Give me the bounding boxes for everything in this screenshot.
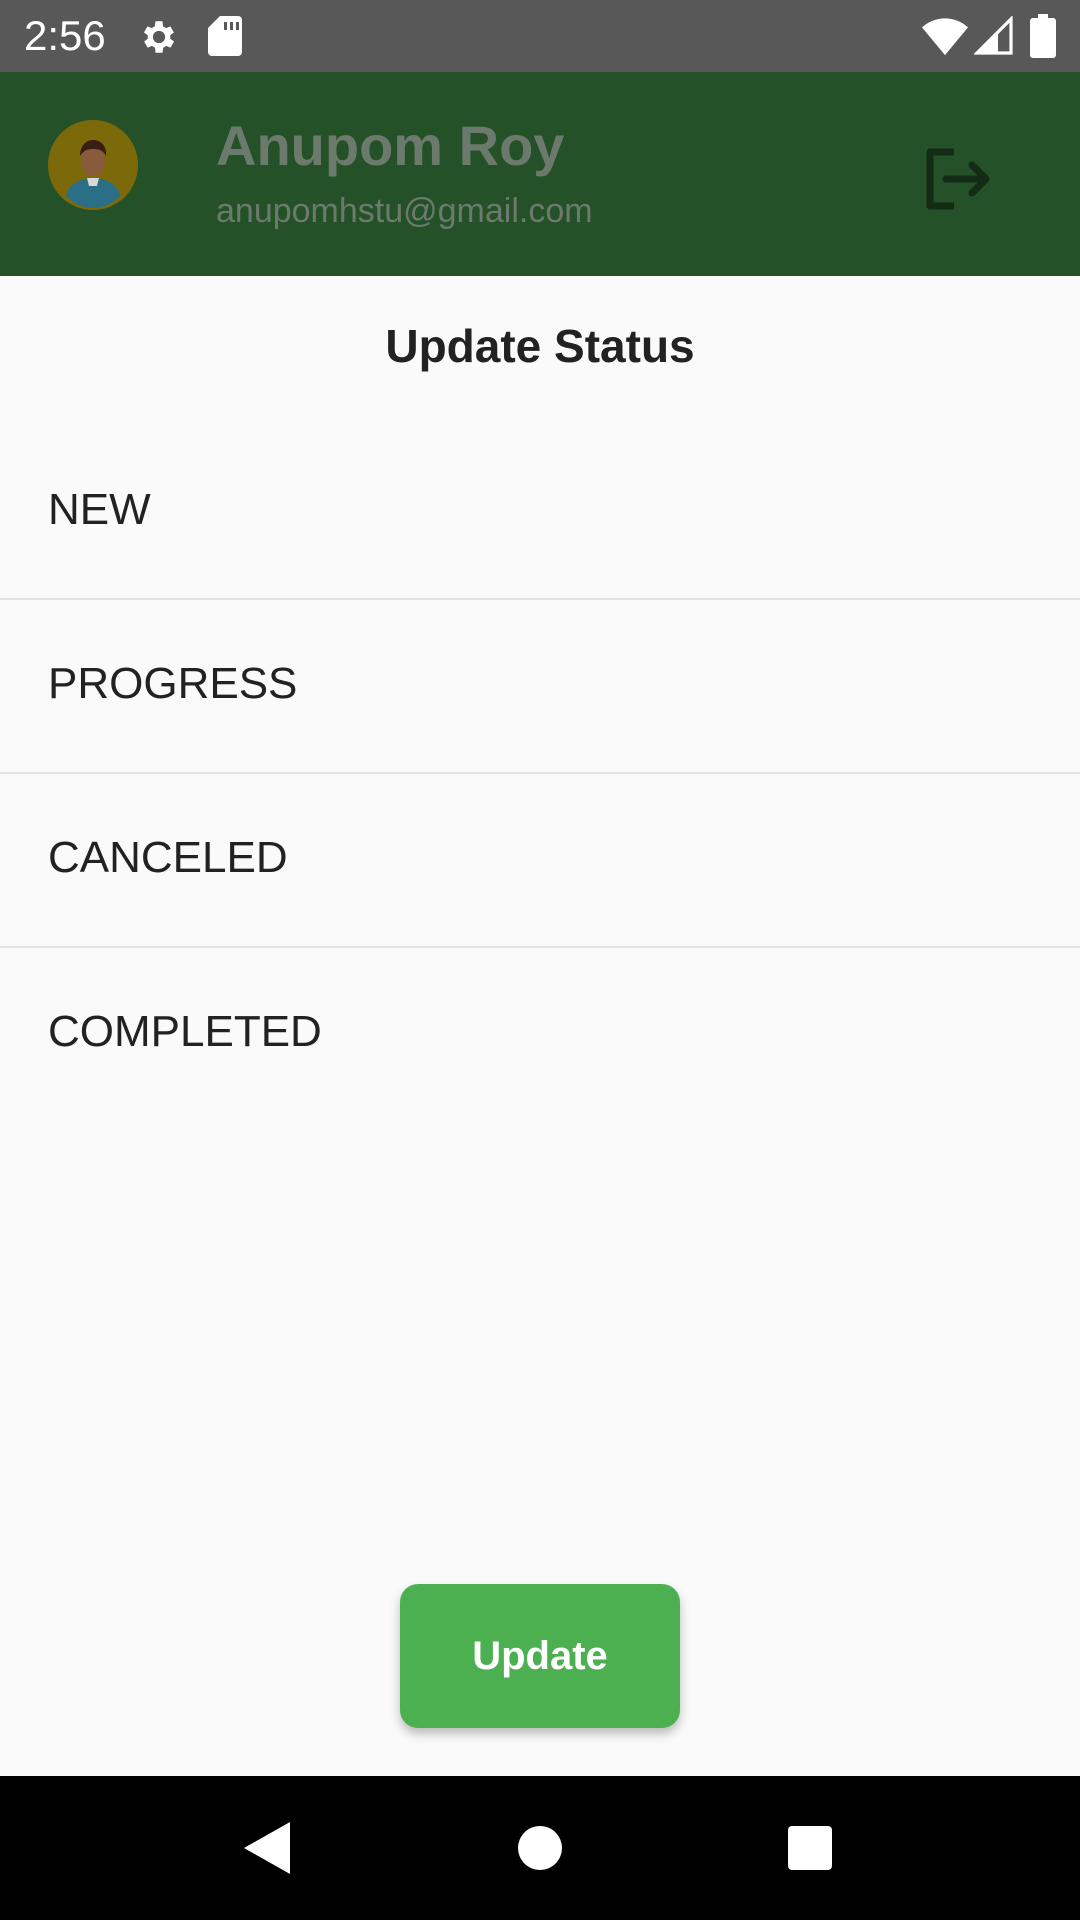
user-avatar[interactable] xyxy=(48,120,138,210)
status-option-progress[interactable]: PROGRESS xyxy=(0,600,1080,774)
logout-icon[interactable] xyxy=(924,148,990,210)
navigation-bar xyxy=(0,1776,1080,1920)
signal-icon xyxy=(974,16,1013,55)
status-option-label: NEW xyxy=(48,485,151,534)
user-avatar-icon xyxy=(48,120,138,210)
status-option-canceled[interactable]: CANCELED xyxy=(0,774,1080,948)
sd-card-icon xyxy=(208,16,242,56)
back-icon[interactable] xyxy=(244,1822,290,1874)
recent-apps-icon[interactable] xyxy=(788,1826,832,1870)
app-header: Anupom Roy anupomhstu@gmail.com xyxy=(0,72,1080,276)
user-email: anupomhstu@gmail.com xyxy=(216,192,593,230)
battery-icon xyxy=(1030,14,1056,58)
status-option-label: COMPLETED xyxy=(48,1007,322,1056)
gear-icon xyxy=(143,21,175,53)
status-bar: 2:56 xyxy=(0,0,1080,72)
user-name: Anupom Roy xyxy=(216,114,565,177)
status-option-label: PROGRESS xyxy=(48,659,298,708)
home-icon[interactable] xyxy=(518,1826,562,1870)
status-time: 2:56 xyxy=(24,12,106,59)
status-option-new[interactable]: NEW xyxy=(0,426,1080,600)
sheet-title: Update Status xyxy=(385,320,695,372)
status-option-label: CANCELED xyxy=(48,833,288,882)
status-option-list: NEW PROGRESS CANCELED COMPLETED xyxy=(0,426,1080,1122)
status-option-completed[interactable]: COMPLETED xyxy=(0,948,1080,1122)
wifi-icon xyxy=(922,18,968,56)
update-status-sheet: Update Status NEW PROGRESS CANCELED COMP… xyxy=(0,276,1080,1776)
update-button[interactable]: Update xyxy=(400,1584,680,1728)
